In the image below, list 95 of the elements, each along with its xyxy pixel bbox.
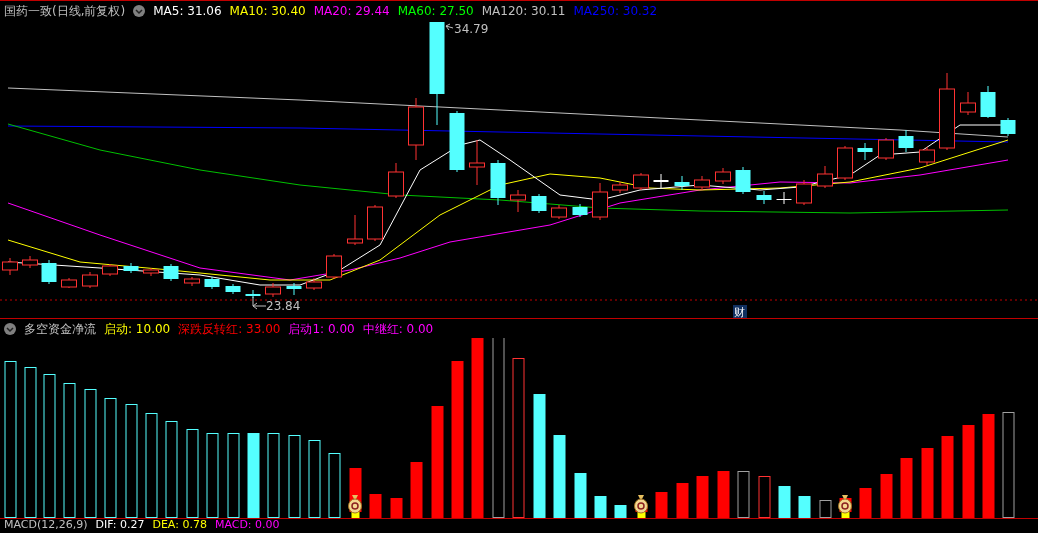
candlestick [776,191,792,205]
dropdown-icon[interactable] [133,4,146,17]
candlestick [715,167,731,185]
histogram-bar [758,476,771,518]
candlestick [326,253,342,280]
candlestick [633,172,649,191]
candlestick [756,190,772,205]
histogram-bar [574,473,587,518]
candlestick [469,139,485,186]
candlestick [592,182,608,221]
candlestick [653,173,669,189]
candlestick [61,277,77,289]
indicator-value: 启动1: 0.00 [288,320,355,338]
histogram-bar [880,474,893,518]
candlestick [204,276,220,290]
histogram-bar [328,453,341,518]
histogram-bar [798,496,811,518]
candlestick [82,271,98,289]
indicator-value: MA10: 30.40 [229,2,306,20]
candlestick [449,110,465,173]
candlestick [102,263,118,277]
money-bag-icon [838,495,852,514]
candlestick [163,263,179,282]
histogram-bar [900,458,913,518]
histogram-bar [614,505,627,518]
candlestick [857,142,873,161]
pointer-arrow [445,23,454,31]
histogram-bar [410,462,423,518]
histogram-bar [737,471,750,518]
pointer-arrow [252,296,267,310]
candlestick [674,175,690,191]
candlestick [919,146,935,166]
candlestick [22,255,38,269]
indicator-value: 启动: 10.00 [104,320,171,338]
histogram-bar [696,476,709,518]
histogram-bar [859,488,872,518]
indicator-value: MACD: 0.00 [214,519,280,531]
histogram-bar [390,498,403,518]
candlestick [490,159,506,206]
candlestick [123,262,139,274]
histogram-bar [369,494,382,518]
candlestick [735,166,751,195]
candlestick [408,97,424,161]
candlestick [551,204,567,220]
candlestick [306,277,322,291]
low-price-label: 23.84 [266,299,301,313]
candlestick [388,162,404,199]
candlestick [572,203,588,218]
indicator-value: MA5: 31.06 [153,2,222,20]
candlestick [367,204,383,242]
candlestick [531,193,547,214]
candlestick [796,179,812,206]
indicator-title: MACD(12,26,9) [4,519,88,531]
indicator-value: DEA: 0.78 [152,519,207,531]
indicator-value: MA250: 30.32 [573,2,658,20]
candlestick [245,289,261,299]
indicator-value: MA20: 29.44 [313,2,390,20]
dropdown-icon[interactable] [4,322,16,335]
indicator-value: MA120: 30.11 [481,2,566,20]
indicator-value: 深跌反转红: 33.00 [178,320,281,338]
histogram-bar [778,486,791,518]
histogram-bar [676,483,689,518]
candlestick [347,214,363,246]
candlestick [41,259,57,285]
candlestick [184,276,200,287]
indicator-value: DIF: 0.27 [95,519,145,531]
candlestick [694,175,710,191]
candlestick [1000,117,1016,137]
candlestick [898,129,914,153]
indicator-title: 多空资金净流 [24,320,96,338]
candlestick [612,181,628,194]
candlestick [286,282,302,296]
histogram-bar [594,496,607,518]
indicator-value: MA60: 27.50 [397,2,474,20]
candlestick [143,267,159,277]
candlestick [225,283,241,295]
histogram-bar [819,500,832,518]
candlestick [817,165,833,189]
marker-background [733,305,747,318]
candlestick [265,282,281,298]
candlestick [980,85,996,119]
histogram-bar [655,492,668,518]
candlestick [837,145,853,181]
histogram-bar [921,448,934,518]
chart-title: 国药一致(日线,前复权) [4,2,126,20]
high-price-label: 34.79 [454,22,489,36]
finance-marker[interactable]: 财 [734,306,745,318]
candlestick [960,91,976,116]
histogram-bar [717,471,730,518]
indicator-value: 中继红: 0.00 [362,320,434,338]
candlestick [2,257,18,276]
candlestick [878,137,894,161]
money-bag-icon [634,495,648,514]
candlestick [510,189,526,213]
money-bag-icon [348,495,362,514]
